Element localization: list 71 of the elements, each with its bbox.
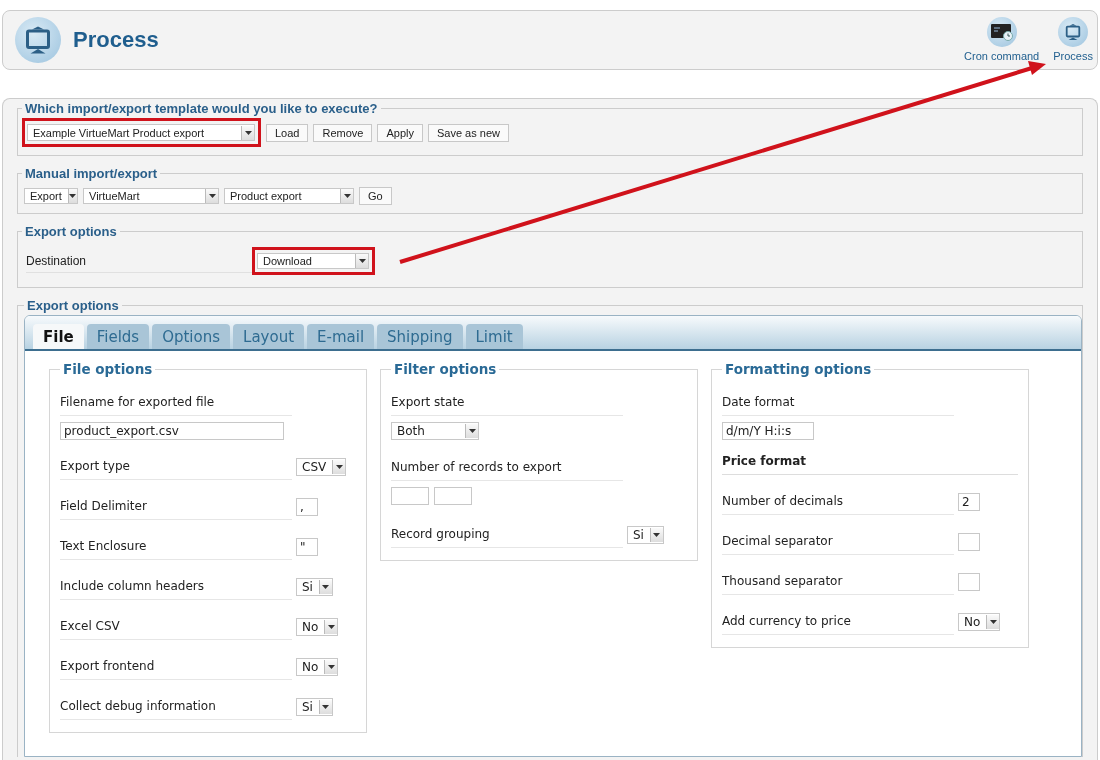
caret-icon [324,619,338,634]
dropdown[interactable]: Export [24,188,78,204]
page-title: Process [73,27,159,53]
dropdown[interactable]: No [296,657,339,676]
toolbar-button[interactable]: Cron command [964,14,1040,62]
group-legend: File options [60,361,156,377]
dropdown[interactable]: Si [627,525,664,544]
section-legend: Export options [22,224,120,239]
field-label: Export type [60,453,292,480]
text-field[interactable] [391,487,429,505]
field-label: Number of records to export [391,454,623,481]
text-field[interactable] [434,487,472,505]
caret-icon [986,614,1000,629]
caret-icon [355,254,368,268]
dropdown[interactable]: No [296,617,339,636]
caret-icon [340,189,353,203]
field-label: Filename for exported file [60,389,292,416]
group-legend: Formatting options [722,361,875,377]
field-label: Export frontend [60,653,292,680]
field-label: Excel CSV [60,613,292,640]
dropdown[interactable]: No [958,612,1001,631]
dropdown[interactable]: VirtueMart [83,188,219,204]
caret-icon [205,189,218,203]
terminal-clock-icon [990,23,1013,41]
tab[interactable]: File [33,324,84,349]
text-field[interactable]: 2 [958,492,980,511]
action-button[interactable]: Load [266,123,309,142]
dropdown[interactable]: Both [391,422,479,440]
caret-icon [318,699,332,714]
caret-icon [465,424,478,438]
dropdown[interactable]: Si [296,577,333,596]
field-label: Decimal separator [722,528,954,555]
caret-icon [241,125,254,140]
text-field[interactable]: " [296,537,318,556]
field-label: Add currency to price [722,608,954,635]
section-legend: Export options [24,298,122,313]
action-button[interactable]: Save as new [428,123,509,142]
dropdown[interactable]: Example VirtueMart Product export [27,124,255,141]
toolbar-button[interactable]: Process [1053,14,1093,62]
text-field[interactable]: d/m/Y H:i:s [722,422,814,440]
dropdown[interactable]: Si [296,697,333,716]
group-legend: Filter options [391,361,500,377]
field-label: Text Enclosure [60,533,292,560]
field-label: Thousand separator [722,568,954,595]
caret-icon [649,527,663,542]
go-button[interactable]: Go [359,187,392,205]
section-heading: Price format [722,440,1018,475]
field-label: Export state [391,389,623,416]
field-label: Field Delimiter [60,493,292,520]
dropdown[interactable]: Product export [224,188,354,204]
field-label: Destination [26,249,252,273]
caret-icon [332,459,346,474]
action-button[interactable]: Remove [313,123,373,142]
field-label: Record grouping [391,521,623,548]
text-field[interactable] [958,532,980,551]
text-field[interactable]: product_export.csv [60,422,284,440]
field-label: Collect debug information [60,693,292,720]
caret-icon [318,579,332,594]
section-legend: Which import/export template would you like to execute? [22,101,381,116]
text-field[interactable]: , [296,497,318,516]
field-label: Date format [722,389,954,416]
monitor-icon [1064,23,1083,41]
caret-icon [324,659,338,674]
action-button[interactable]: Apply [377,123,423,142]
dropdown[interactable]: CSV [296,457,347,476]
section-legend: Manual import/export [22,166,161,181]
caret-icon [67,189,77,203]
field-label: Number of decimals [722,488,954,515]
dropdown[interactable]: Download [257,253,369,269]
text-field[interactable] [958,572,980,591]
field-label: Include column headers [60,573,292,600]
